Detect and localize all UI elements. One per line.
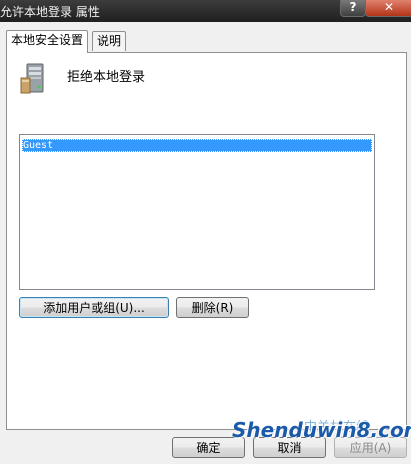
policy-title: 拒绝本地登录 [67,70,146,85]
add-user-or-group-button[interactable]: 添加用户或组(U)... [19,297,169,318]
tab-panel: 拒绝本地登录 Guest 添加用户或组(U)... 删除(R) [6,52,407,430]
title-bar[interactable]: 允许本地登录 属性 ? ✕ [0,0,411,22]
remove-button[interactable]: 删除(R) [176,297,249,318]
user-group-listbox[interactable]: Guest [19,134,375,290]
watermark: Shenduwin8.com [232,418,411,442]
tab-local-security-setting[interactable]: 本地安全设置 [6,30,89,53]
list-item[interactable]: Guest [22,139,372,152]
help-button[interactable]: ? [340,0,366,17]
server-computer-icon [20,63,44,94]
close-button[interactable]: ✕ [365,0,411,17]
window-title: 允许本地登录 属性 [0,5,100,19]
tab-explain[interactable]: 说明 [92,31,127,51]
